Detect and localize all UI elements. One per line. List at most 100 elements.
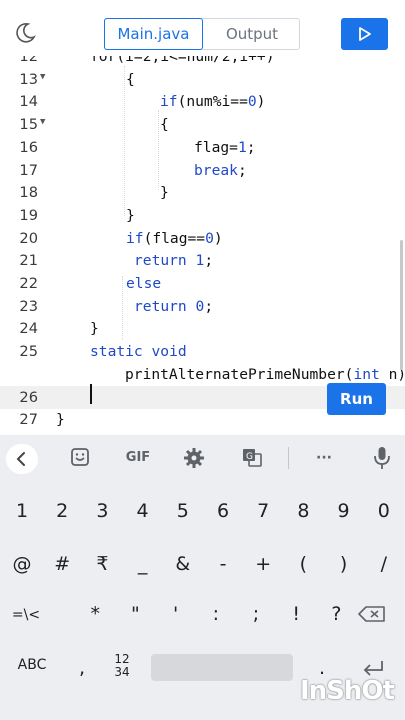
run-button[interactable]: Run <box>327 383 386 415</box>
code-line[interactable]: 18} <box>0 181 405 204</box>
keyboard-toolbar: GIF G ··· <box>0 435 405 481</box>
svg-text:G: G <box>246 452 253 462</box>
space-bar[interactable] <box>151 654 293 681</box>
code-text: } <box>90 320 99 337</box>
code-line[interactable]: 21 return 1; <box>0 249 405 272</box>
backspace-key[interactable] <box>352 601 392 627</box>
code-line[interactable]: 13 ▼ { <box>0 68 405 91</box>
line-number: 18 <box>19 184 38 202</box>
key-9[interactable]: 9 <box>329 500 359 522</box>
key-3[interactable]: 3 <box>87 500 117 522</box>
key-minus[interactable]: - <box>208 553 238 575</box>
key-slash[interactable]: / <box>369 553 399 575</box>
code-line[interactable]: 17 break; <box>0 159 405 182</box>
key-double-quote[interactable]: " <box>120 603 150 625</box>
code-line[interactable]: 25 static void <box>0 340 405 363</box>
code-token: } <box>126 206 135 224</box>
abc-key[interactable]: ABC <box>8 657 56 673</box>
fold-arrow-icon[interactable]: ▼ <box>40 72 45 82</box>
more-key[interactable]: ··· <box>308 445 340 471</box>
key-7[interactable]: 7 <box>248 500 278 522</box>
code-token: for(i=2;i<=num/2;i++) <box>90 56 275 65</box>
tab-main-java[interactable]: Main.java <box>104 18 203 50</box>
fold-arrow-icon[interactable]: ▼ <box>40 117 45 127</box>
code-text: { <box>126 71 135 88</box>
code-token: 0 <box>205 229 214 247</box>
key-plus[interactable]: + <box>248 553 278 575</box>
sticker-key[interactable] <box>64 445 96 471</box>
line-number: 15 <box>19 116 38 134</box>
moon-icon[interactable] <box>14 22 36 44</box>
key-single-quote[interactable]: ' <box>161 603 191 625</box>
key-open-paren[interactable]: ( <box>288 553 318 575</box>
code-line[interactable]: 12 for(i=2;i<=num/2;i++) <box>0 56 405 68</box>
key-question[interactable]: ? <box>321 603 351 625</box>
key-colon[interactable]: : <box>201 603 231 625</box>
key-hash[interactable]: # <box>47 553 77 575</box>
key-8[interactable]: 8 <box>288 500 318 522</box>
code-token: } <box>160 184 169 202</box>
code-token: ) <box>256 93 266 111</box>
settings-key[interactable] <box>178 445 210 471</box>
key-rupee[interactable]: ₹ <box>87 553 117 575</box>
key-close-paren[interactable]: ) <box>329 553 359 575</box>
gif-key[interactable]: GIF <box>118 445 158 471</box>
code-text: } <box>160 184 169 201</box>
key-equals-lt[interactable]: =\< <box>4 607 48 623</box>
chevron-left-icon <box>16 452 25 466</box>
key-4[interactable]: 4 <box>128 500 158 522</box>
code-token: flag= <box>194 138 238 156</box>
key-2[interactable]: 2 <box>47 500 77 522</box>
code-token: ; <box>237 161 247 179</box>
code-text: { <box>160 116 169 133</box>
code-line[interactable]: 20 if(flag==0) <box>0 227 405 250</box>
code-token: 0 <box>247 93 257 111</box>
code-text: flag=1; <box>194 139 256 156</box>
key-exclamation[interactable]: ! <box>281 603 311 625</box>
line-number: 12 <box>19 56 38 65</box>
indent-guide <box>122 276 123 340</box>
code-token: (num%i== <box>177 93 248 111</box>
code-token: void <box>151 343 187 361</box>
back-key[interactable] <box>6 444 38 474</box>
indent-guide <box>158 110 159 190</box>
code-token: 1 <box>195 252 205 270</box>
code-line[interactable]: 15 ▼ { <box>0 113 405 136</box>
code-line[interactable]: 16 flag=1; <box>0 136 405 159</box>
nav-bar <box>0 712 405 720</box>
key-1[interactable]: 1 <box>7 500 37 522</box>
code-line[interactable]: 14 if(num%i==0) <box>0 90 405 113</box>
key-5[interactable]: 5 <box>168 500 198 522</box>
key-underscore[interactable]: _ <box>128 553 158 575</box>
tab-output[interactable]: Output <box>204 19 300 49</box>
key-asterisk[interactable]: * <box>80 603 110 625</box>
key-ampersand[interactable]: & <box>168 553 198 575</box>
file-tabs: Main.java Output <box>104 18 300 50</box>
code-token: if <box>160 93 178 111</box>
code-line[interactable]: 24} <box>0 317 405 340</box>
line-number: 14 <box>19 93 38 111</box>
numpad-key[interactable]: 12 34 <box>106 653 138 679</box>
mic-key[interactable] <box>366 445 398 471</box>
key-at[interactable]: @ <box>7 553 37 575</box>
key-0[interactable]: 0 <box>369 500 399 522</box>
code-text: for(i=2;i<=num/2;i++) <box>90 56 275 65</box>
translate-key[interactable]: G <box>236 445 268 471</box>
run-top-button[interactable] <box>341 18 388 50</box>
key-6[interactable]: 6 <box>208 500 238 522</box>
code-token: { <box>126 70 135 88</box>
text-cursor <box>90 384 92 404</box>
code-line[interactable]: 19} <box>0 204 405 227</box>
code-line[interactable]: 23 return 0; <box>0 295 405 318</box>
line-number: 22 <box>19 275 38 292</box>
line-number: 26 <box>19 388 38 406</box>
code-editor[interactable]: 12 for(i=2;i<=num/2;i++) 13 ▼{14 if(num%i==0… <box>0 56 405 428</box>
code-token: ) <box>213 229 223 247</box>
editor-scrollbar[interactable] <box>400 240 403 370</box>
divider <box>288 447 289 469</box>
comma-key[interactable]: , <box>72 657 92 679</box>
key-semicolon[interactable]: ; <box>241 603 271 625</box>
code-line[interactable]: 22 else <box>0 272 405 295</box>
code-token: printAlternatePrimeNumber( <box>125 365 354 383</box>
